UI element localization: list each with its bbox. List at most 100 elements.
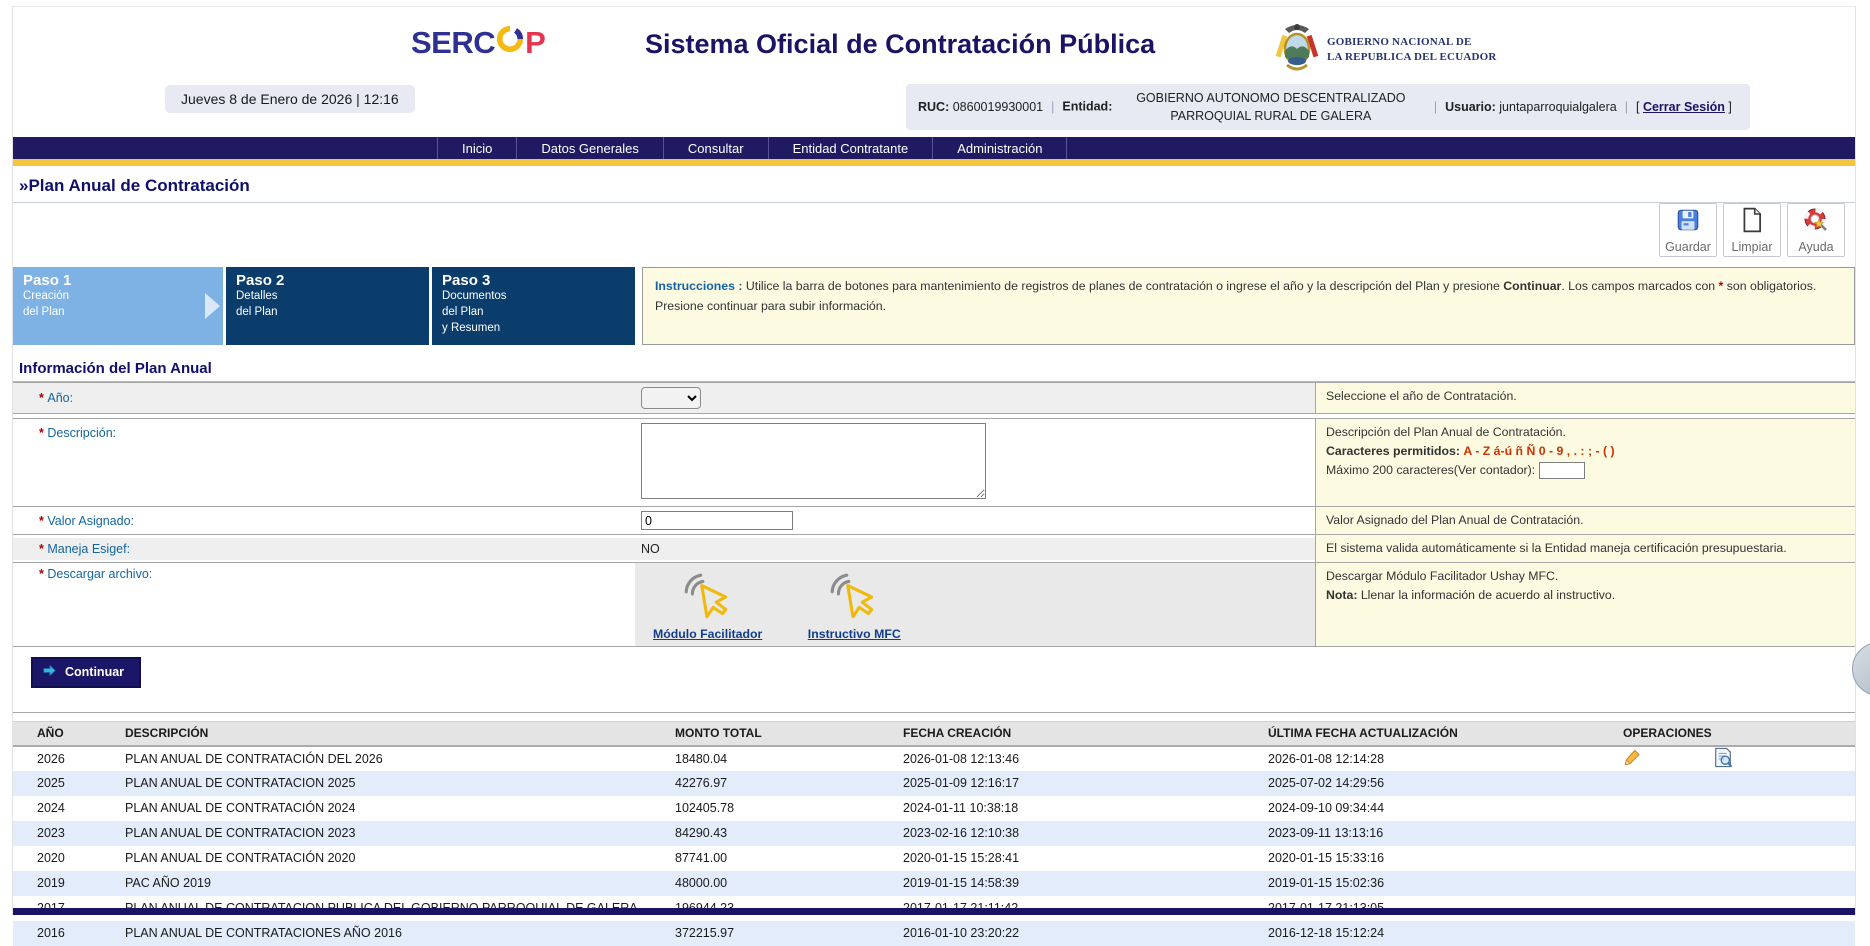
guardar-button[interactable]: Guardar: [1659, 203, 1717, 257]
cell-fecha-creacion: 2024-01-11 10:38:18: [903, 796, 1268, 821]
datetime-display: Jueves 8 de Enero de 2026 | 12:16: [165, 85, 415, 113]
table-row: 2019 PAC AÑO 2019 48000.00 2019-01-15 14…: [13, 871, 1855, 896]
form-row-descripcion: * Descripción: Descripción del Plan Anua…: [13, 419, 1855, 507]
form-row-valor: * Valor Asignado: Valor Asignado del Pla…: [13, 507, 1855, 535]
descargar-help: Descargar Módulo Facilitador Ushay MFC. …: [1315, 563, 1855, 646]
action-toolbar: Guardar Limpiar Ayuda: [1659, 203, 1845, 257]
table-row: 2016 PLAN ANUAL DE CONTRATACIONES AÑO 20…: [13, 921, 1855, 946]
nav-item-entidad-contratante[interactable]: Entidad Contratante: [768, 137, 933, 159]
cell-monto: 48000.00: [675, 871, 903, 896]
cell-descripcion: PLAN ANUAL DE CONTRATACIONES AÑO 2016: [125, 921, 675, 946]
cell-year: 2025: [13, 771, 125, 796]
cell-descripcion: PLAN ANUAL DE CONTRATACION 2023: [125, 821, 675, 846]
cell-year: 2020: [13, 846, 125, 871]
government-name: GOBIERNO NACIONAL DE LA REPUBLICA DEL EC…: [1327, 35, 1497, 65]
government-branding: GOBIERNO NACIONAL DE LA REPUBLICA DEL EC…: [1275, 21, 1497, 78]
entidad-value: GOBIERNO AUTONOMO DESCENTRALIZADO PARROQ…: [1116, 89, 1426, 125]
table-row: 2020 PLAN ANUAL DE CONTRATACIÓN 2020 877…: [13, 846, 1855, 871]
anio-select[interactable]: [641, 387, 701, 409]
nav-item-consultar[interactable]: Consultar: [663, 137, 768, 159]
session-info-bar: RUC: 0860019930001 | Entidad: GOBIERNO A…: [906, 84, 1750, 130]
main-container: SERC P Sistema Oficial de Contratación Pú…: [12, 6, 1856, 915]
cell-monto: 84290.43: [675, 821, 903, 846]
descargar-label: Descargar archivo:: [47, 567, 152, 581]
counter-input[interactable]: [1539, 462, 1585, 479]
sercop-logo: SERC P: [411, 25, 545, 61]
cell-fecha-actualizacion: 2023-09-11 13:13:16: [1268, 821, 1623, 846]
cell-fecha-actualizacion: 2020-01-15 15:33:16: [1268, 846, 1623, 871]
instructivo-mfc-link[interactable]: Instructivo MFC: [808, 627, 901, 641]
ecuador-coat-of-arms-icon: [1275, 21, 1319, 78]
view-document-icon[interactable]: [1713, 747, 1733, 771]
cell-descripcion: PLAN ANUAL DE CONTRATACIÓN 2020: [125, 846, 675, 871]
separator: |: [1043, 100, 1062, 114]
step-3-documentos[interactable]: Paso 3 Documentos del Plan y Resumen: [432, 267, 635, 345]
valor-label: Valor Asignado:: [47, 514, 134, 528]
step-arrow-icon: [205, 293, 220, 319]
cell-fecha-creacion: 2016-01-10 23:20:22: [903, 921, 1268, 946]
continue-arrow-icon: [42, 663, 57, 681]
limpiar-button[interactable]: Limpiar: [1723, 203, 1781, 257]
col-header-ultima-actualizacion: ÚLTIMA FECHA ACTUALIZACIÓN: [1268, 722, 1623, 746]
required-asterisk: *: [39, 426, 44, 440]
col-header-monto: MONTO TOTAL: [675, 722, 903, 746]
cell-operaciones: [1623, 921, 1855, 946]
cell-fecha-creacion: 2019-01-15 14:58:39: [903, 871, 1268, 896]
cell-fecha-actualizacion: 2025-07-02 14:29:56: [1268, 771, 1623, 796]
click-download-icon[interactable]: [827, 612, 881, 626]
valor-help: Valor Asignado del Plan Anual de Contrat…: [1315, 507, 1855, 534]
cell-operaciones: [1623, 871, 1855, 896]
entidad-group: Entidad: GOBIERNO AUTONOMO DESCENTRALIZA…: [1062, 89, 1425, 125]
nav-item-inicio[interactable]: Inicio: [437, 137, 516, 159]
separator: |: [1617, 100, 1636, 114]
logout-link[interactable]: Cerrar Sesión: [1643, 100, 1725, 114]
nav-item-administracion[interactable]: Administración: [932, 137, 1067, 159]
nav-item-datos-generales[interactable]: Datos Generales: [516, 137, 663, 159]
save-icon: [1675, 207, 1701, 238]
gold-accent-bar: [13, 159, 1855, 166]
cell-year: 2024: [13, 796, 125, 821]
form-row-descargar: * Descargar archivo: Módulo Facilitador …: [13, 563, 1855, 647]
col-header-operaciones: OPERACIONES: [1623, 722, 1855, 746]
required-asterisk: *: [39, 514, 44, 528]
cell-fecha-actualizacion: 2024-09-10 09:34:44: [1268, 796, 1623, 821]
col-header-descripcion: DESCRIPCIÓN: [125, 722, 675, 746]
cell-fecha-actualizacion: 2016-12-18 15:12:24: [1268, 921, 1623, 946]
sercop-logo-text: SERC: [411, 25, 495, 61]
modulo-facilitador-link[interactable]: Módulo Facilitador: [653, 627, 762, 641]
form-row-esigef: * Maneja Esigef: NO El sistema valida au…: [13, 535, 1855, 563]
required-asterisk: *: [39, 542, 44, 556]
descripcion-label: Descripción:: [47, 426, 116, 440]
blank-page-icon: [1740, 207, 1764, 238]
ayuda-button[interactable]: Ayuda: [1787, 203, 1845, 257]
form-block: * Descripción: Descripción del Plan Anua…: [13, 418, 1855, 647]
cell-descripcion: PLAN ANUAL DE CONTRATACION 2025: [125, 771, 675, 796]
continuar-button[interactable]: Continuar: [31, 657, 141, 688]
cell-monto: 372215.97: [675, 921, 903, 946]
table-row: 2026 PLAN ANUAL DE CONTRATACIÓN DEL 2026…: [13, 746, 1855, 771]
edit-pencil-icon[interactable]: [1623, 748, 1642, 770]
cell-operaciones: [1623, 746, 1855, 771]
sercop-logo-p: P: [525, 25, 545, 61]
modulo-facilitador-download: Módulo Facilitador: [653, 567, 762, 641]
cell-year: 2016: [13, 921, 125, 946]
step-2-detalles[interactable]: Paso 2 Detalles del Plan: [226, 267, 429, 345]
required-asterisk: *: [39, 391, 44, 405]
col-header-ano: AÑO: [13, 722, 125, 746]
cell-fecha-actualizacion: 2026-01-08 12:14:28: [1268, 746, 1623, 771]
cell-year: 2019: [13, 871, 125, 896]
valor-input[interactable]: [641, 511, 793, 530]
cell-fecha-creacion: 2020-01-15 15:28:41: [903, 846, 1268, 871]
required-asterisk: *: [39, 567, 44, 581]
cell-descripcion: PLAN ANUAL DE CONTRATACIÓN DEL 2026: [125, 746, 675, 771]
esigef-help: El sistema valida automáticamente si la …: [1315, 535, 1855, 562]
descripcion-textarea[interactable]: [641, 423, 986, 499]
app-title: Sistema Oficial de Contratación Pública: [645, 29, 1155, 60]
instructions-box: Instrucciones : Utilice la barra de boto…: [642, 267, 1855, 345]
cell-fecha-creacion: 2026-01-08 12:13:46: [903, 746, 1268, 771]
click-download-icon[interactable]: [681, 612, 735, 626]
header: SERC P Sistema Oficial de Contratación Pú…: [13, 7, 1855, 137]
step-1-creacion[interactable]: Paso 1 Creación del Plan: [13, 267, 223, 345]
descripcion-help: Descripción del Plan Anual de Contrataci…: [1315, 419, 1855, 506]
cell-monto: 18480.04: [675, 746, 903, 771]
